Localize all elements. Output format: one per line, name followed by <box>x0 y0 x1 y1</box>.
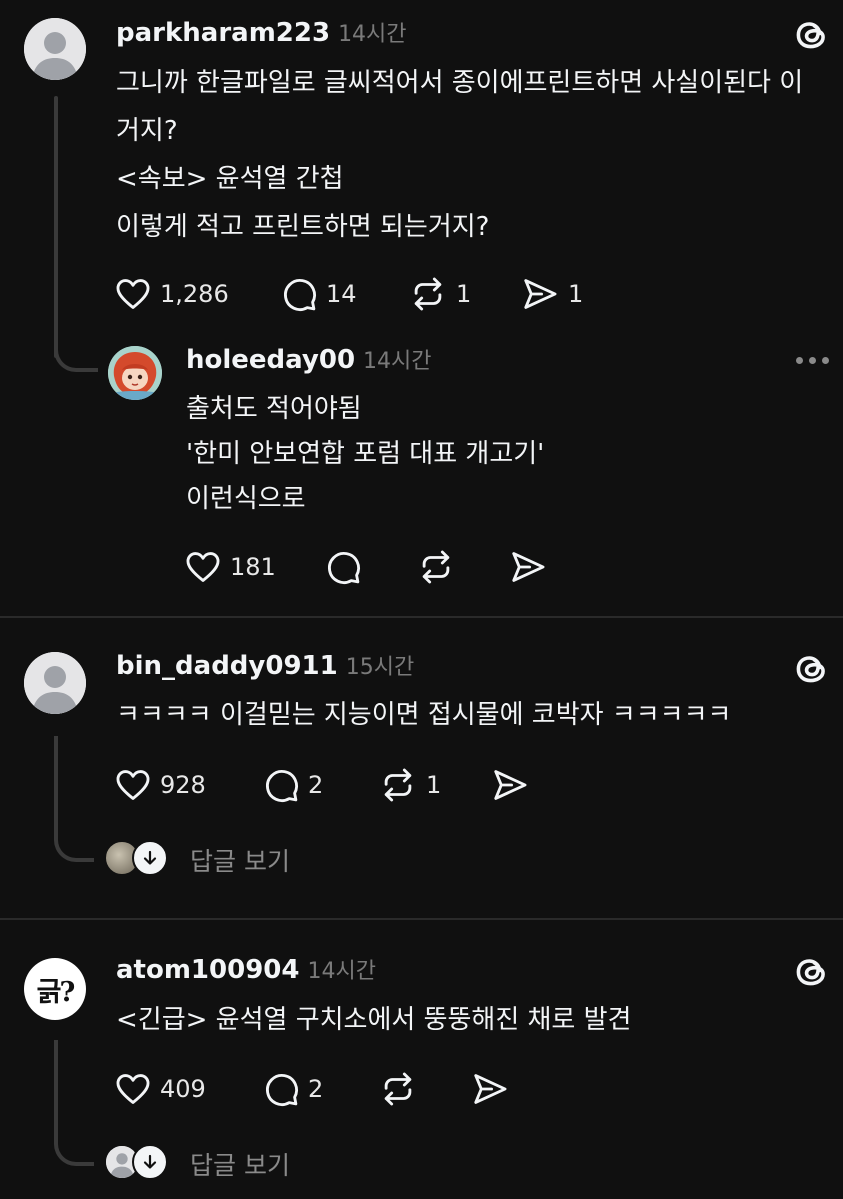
thread-connector <box>54 336 98 372</box>
repost-button[interactable]: 1 <box>378 766 441 804</box>
threads-logo-icon[interactable] <box>790 951 832 993</box>
like-button[interactable]: 1,286 <box>114 275 229 313</box>
threads-logo-icon[interactable] <box>790 648 832 690</box>
username[interactable]: bin_daddy0911 <box>116 651 338 681</box>
post-header: parkharam223 14시간 <box>116 16 407 48</box>
repost-count: 1 <box>456 280 472 308</box>
send-icon <box>520 275 560 313</box>
like-count: 928 <box>160 771 206 799</box>
view-replies-link[interactable]: 답글 보기 <box>190 1146 290 1182</box>
post-body: 그니까 한글파일로 글씨적어서 종이에프린트하면 사실이된다 이 거지? <속보… <box>116 66 803 258</box>
avatar[interactable] <box>24 652 86 714</box>
threads-logo-icon[interactable] <box>790 14 832 56</box>
reply-text-line: 출처도 적어야됨 <box>186 394 362 424</box>
comment-count: 2 <box>308 771 324 799</box>
like-button[interactable]: 928 <box>114 766 206 804</box>
post-text-line: ㅋㅋㅋㅋ 이걸믿는 지능이면 접시물에 코박자 ㅋㅋㅋㅋㅋ <box>116 700 732 730</box>
reply-header: holeeday00 14시간 <box>186 343 432 375</box>
arrow-down-icon <box>132 1144 168 1180</box>
reply-time: 14시간 <box>363 349 432 374</box>
share-button[interactable] <box>490 766 530 804</box>
username[interactable]: holeeday00 <box>186 345 355 375</box>
heart-icon <box>114 275 152 313</box>
reply-avatar[interactable] <box>108 346 162 400</box>
comment-bubble-icon <box>324 548 362 586</box>
comment-button[interactable]: 2 <box>262 766 323 804</box>
avatar[interactable] <box>24 18 86 80</box>
share-button[interactable] <box>470 1070 510 1108</box>
username[interactable]: atom100904 <box>116 955 299 985</box>
default-avatar-icon <box>24 652 86 714</box>
post-text-line: <긴급> 윤석열 구치소에서 뚱뚱해진 채로 발견 <box>116 1005 632 1035</box>
reply-text-line: '한미 안보연합 포럼 대표 개고기' <box>186 439 545 469</box>
repost-icon <box>378 766 418 804</box>
anime-avatar-image <box>108 346 162 400</box>
reply-avatars[interactable] <box>104 1144 174 1180</box>
post-time: 14시간 <box>307 959 376 984</box>
reply-avatars[interactable] <box>104 840 174 876</box>
username[interactable]: parkharam223 <box>116 18 330 48</box>
repost-button[interactable] <box>416 548 456 586</box>
send-icon <box>508 548 548 586</box>
repost-button[interactable] <box>378 1070 418 1108</box>
comment-button[interactable]: 2 <box>262 1070 323 1108</box>
default-avatar-icon <box>24 18 86 80</box>
post-time: 14시간 <box>338 22 407 47</box>
heart-icon <box>114 766 152 804</box>
like-count: 181 <box>230 553 276 581</box>
post-text-line: 거지? <box>116 116 178 146</box>
comment-count: 2 <box>308 1075 324 1103</box>
repost-icon <box>378 1070 418 1108</box>
repost-icon <box>408 275 448 313</box>
avatar-text: 긁? <box>36 976 76 1008</box>
divider <box>0 918 843 920</box>
comment-bubble-icon <box>262 1070 300 1108</box>
post-header: atom100904 14시간 <box>116 953 376 985</box>
divider <box>0 616 843 618</box>
like-button[interactable]: 409 <box>114 1070 206 1108</box>
comment-button[interactable]: 14 <box>280 275 357 313</box>
comment-button[interactable] <box>324 548 362 586</box>
arrow-down-icon <box>132 840 168 876</box>
like-count: 1,286 <box>160 280 229 308</box>
share-button[interactable]: 1 <box>520 275 583 313</box>
post-time: 15시간 <box>345 655 415 680</box>
post-text-line: 이렇게 적고 프린트하면 되는거지? <box>116 212 490 242</box>
repost-button[interactable]: 1 <box>408 275 471 313</box>
post-body: ㅋㅋㅋㅋ 이걸믿는 지능이면 접시물에 코박자 ㅋㅋㅋㅋㅋ <box>116 698 731 732</box>
post-text-line: <속보> 윤석열 간첩 <box>116 164 344 194</box>
thread-connector <box>54 1040 94 1166</box>
post-header: bin_daddy0911 15시간 <box>116 649 414 681</box>
comment-count: 14 <box>326 280 357 308</box>
repost-count: 1 <box>426 771 442 799</box>
share-count: 1 <box>568 280 584 308</box>
heart-icon <box>184 548 222 586</box>
post-body: <긴급> 윤석열 구치소에서 뚱뚱해진 채로 발견 <box>116 1003 631 1037</box>
comment-bubble-icon <box>280 275 318 313</box>
send-icon <box>490 766 530 804</box>
like-button[interactable]: 181 <box>184 548 276 586</box>
comment-bubble-icon <box>262 766 300 804</box>
repost-icon <box>416 548 456 586</box>
post-text-line: 그니까 한글파일로 글씨적어서 종이에프린트하면 사실이된다 이 <box>116 68 804 98</box>
reply-text-line: 이런식으로 <box>186 484 306 514</box>
thread-connector <box>54 736 94 862</box>
view-replies-link[interactable]: 답글 보기 <box>190 842 290 878</box>
avatar[interactable]: 긁? <box>24 958 86 1020</box>
send-icon <box>470 1070 510 1108</box>
like-count: 409 <box>160 1075 206 1103</box>
thread-line <box>54 96 58 358</box>
heart-icon <box>114 1070 152 1108</box>
more-dots-icon[interactable] <box>796 357 829 364</box>
share-button[interactable] <box>508 548 548 586</box>
reply-body: 출처도 적어야됨 '한미 안보연합 포럼 대표 개고기' 이런식으로 <box>186 392 544 527</box>
